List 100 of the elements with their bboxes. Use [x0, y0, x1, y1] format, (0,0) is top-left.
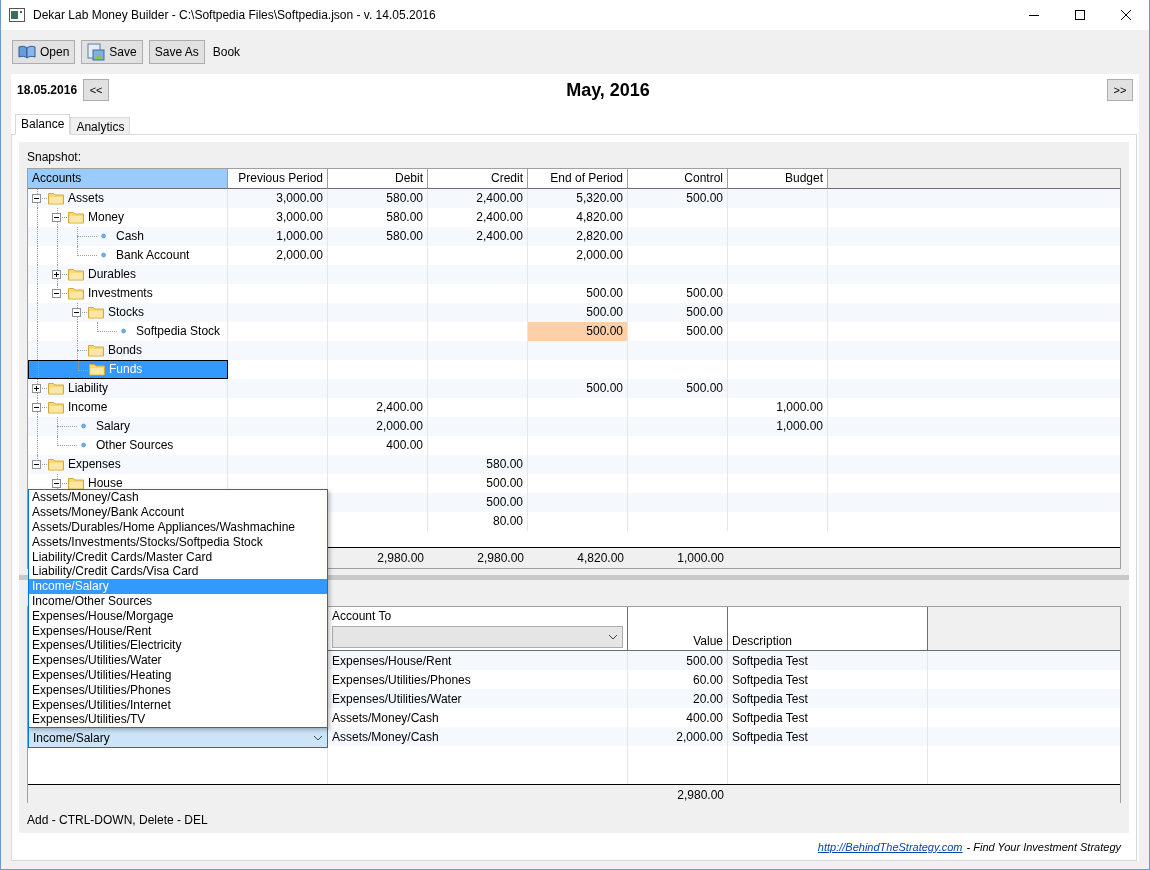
column-header[interactable]: Accounts — [28, 168, 228, 189]
folder-icon — [68, 267, 84, 281]
column-header: Description — [732, 634, 794, 649]
shortcut-hint: Add - CTRL-DOWN, Delete - DEL — [27, 812, 209, 830]
tab[interactable]: Balance — [15, 114, 71, 135]
value-cell: 1,000.00 — [728, 397, 828, 417]
tree-row-name[interactable]: Cash — [28, 226, 228, 246]
dropdown-option[interactable]: Income/Other Sources — [29, 594, 327, 609]
account-dot-icon — [80, 441, 86, 450]
value-cell: 500.00 — [528, 378, 628, 398]
value-cell: 2,400.00 — [328, 397, 428, 417]
value-cell: 580.00 — [328, 207, 428, 227]
dropdown-option[interactable]: Assets/Money/Bank Account — [29, 505, 327, 521]
dropdown-option[interactable]: Assets/Money/Cash — [29, 490, 327, 506]
tree-row-name[interactable]: Investments — [28, 283, 228, 303]
value-cell: 580.00 — [328, 188, 428, 208]
value-cell: 3,000.00 — [228, 207, 328, 227]
tab[interactable]: Analytics — [70, 117, 131, 135]
total-cell-text: 4,820.00 — [576, 550, 625, 568]
total-cell-text: 2,980.00 — [676, 787, 725, 805]
column-header[interactable]: End of Period — [528, 168, 628, 189]
dropdown-option[interactable]: Expenses/Utilities/TV — [29, 712, 327, 728]
dropdown-option[interactable]: Expenses/Utilities/Electricity — [29, 638, 327, 654]
collapse-icon[interactable] — [52, 212, 61, 222]
column-header[interactable]: Credit — [428, 168, 528, 189]
account-dot-icon — [120, 327, 126, 336]
folder-icon — [48, 381, 64, 395]
dropdown-option[interactable]: Liability/Credit Cards/Visa Card — [29, 564, 327, 580]
next-period-button[interactable]: >> — [1107, 79, 1133, 101]
value-cell: 2,400.00 — [428, 226, 528, 246]
column-header[interactable]: Debit — [328, 168, 428, 189]
column-header[interactable]: Control — [628, 168, 728, 189]
value-cell: 500.00 — [628, 378, 728, 398]
tree-row-name[interactable]: Bank Account — [28, 245, 228, 265]
folder-icon — [89, 362, 105, 376]
collapse-icon[interactable] — [32, 193, 41, 203]
dropdown-option[interactable]: Expenses/Utilities/Heating — [29, 668, 327, 683]
maximize-icon — [1075, 10, 1085, 20]
current-date: 18.05.2016 — [17, 83, 78, 97]
collapse-icon[interactable] — [32, 459, 41, 469]
total-cell-text: 1,000.00 — [676, 550, 725, 568]
tree-row-name[interactable]: Stocks — [28, 302, 228, 322]
column-header[interactable]: Budget — [728, 168, 828, 189]
tree-row-name[interactable]: Assets — [28, 188, 228, 208]
value-cell: 2,000.00 — [528, 245, 628, 265]
value-cell: 400.00 — [328, 435, 428, 455]
value-cell: 1,000.00 — [228, 226, 328, 246]
folder-icon — [68, 476, 84, 490]
folder-icon — [88, 343, 104, 357]
expand-icon[interactable] — [32, 383, 41, 393]
column-header: Value — [693, 634, 723, 649]
value-cell: 500.00 — [628, 188, 728, 208]
account-dot-icon — [100, 232, 106, 241]
open-button[interactable]: Open — [12, 40, 76, 64]
column-header: Account To — [332, 609, 393, 624]
previous-period-button[interactable]: << — [83, 79, 110, 101]
tree-row-name[interactable]: Other Sources — [28, 435, 228, 455]
value-cell: 2,400.00 — [428, 188, 528, 208]
snapshot-label: Snapshot: — [27, 149, 83, 166]
folder-icon — [48, 400, 64, 414]
value-cell: 3,000.00 — [228, 188, 328, 208]
value-cell: 1,000.00 — [728, 416, 828, 436]
tree-row-name[interactable]: Softpedia Stock — [28, 321, 228, 341]
window-title: Dekar Lab Money Builder - C:\Softpedia Files\Softpedia.json - v. 14.05.2016 — [33, 8, 437, 22]
tree-row-name[interactable]: Durables — [28, 264, 228, 284]
tree-row-name[interactable]: Income — [28, 397, 228, 417]
value-cell: 2,000.00 — [328, 416, 428, 436]
folder-icon — [48, 191, 64, 205]
tagline: - Find Your Investment Strategy — [966, 840, 1121, 853]
value-cell: 4,820.00 — [528, 207, 628, 227]
website-link[interactable]: http://BehindTheStrategy.com — [817, 840, 963, 853]
collapse-icon[interactable] — [72, 307, 81, 317]
value-cell: 500.00 — [628, 283, 728, 303]
collapse-icon[interactable] — [32, 402, 41, 412]
collapse-icon[interactable] — [52, 478, 61, 488]
floppy-disk-icon — [87, 43, 106, 61]
value-cell: 80.00 — [428, 511, 528, 531]
collapse-icon[interactable] — [52, 288, 61, 298]
value-cell: 500.00 — [428, 492, 528, 512]
column-header[interactable]: Previous Period — [228, 168, 328, 189]
close-icon — [1121, 10, 1131, 20]
save-as-button[interactable]: Save As — [148, 40, 205, 64]
account-dot-icon — [80, 422, 86, 431]
dropdown-option[interactable]: Expenses/Utilities/Water — [29, 653, 327, 669]
value-cell: 500.00 — [528, 283, 628, 303]
tree-row-name[interactable]: Expenses — [28, 454, 228, 474]
value-cell: 2,820.00 — [528, 226, 628, 246]
tree-row-name[interactable]: Bonds — [28, 340, 228, 360]
tree-row-name[interactable]: Liability — [28, 378, 228, 398]
folder-icon — [68, 286, 84, 300]
save-button[interactable]: Save — [81, 40, 143, 64]
total-cell-text: 2,980.00 — [476, 550, 525, 568]
value-cell: 5,320.00 — [528, 188, 628, 208]
dropdown-option[interactable]: Assets/Durables/Home Appliances/Washmachine — [29, 520, 327, 535]
chevron-down-icon — [313, 734, 323, 741]
tree-row-name[interactable]: Money — [28, 207, 228, 227]
tree-row-name[interactable]: Salary — [28, 416, 228, 436]
book-icon — [18, 45, 36, 59]
account-combobox[interactable]: Income/Salary — [28, 727, 328, 749]
expand-icon[interactable] — [52, 269, 61, 279]
